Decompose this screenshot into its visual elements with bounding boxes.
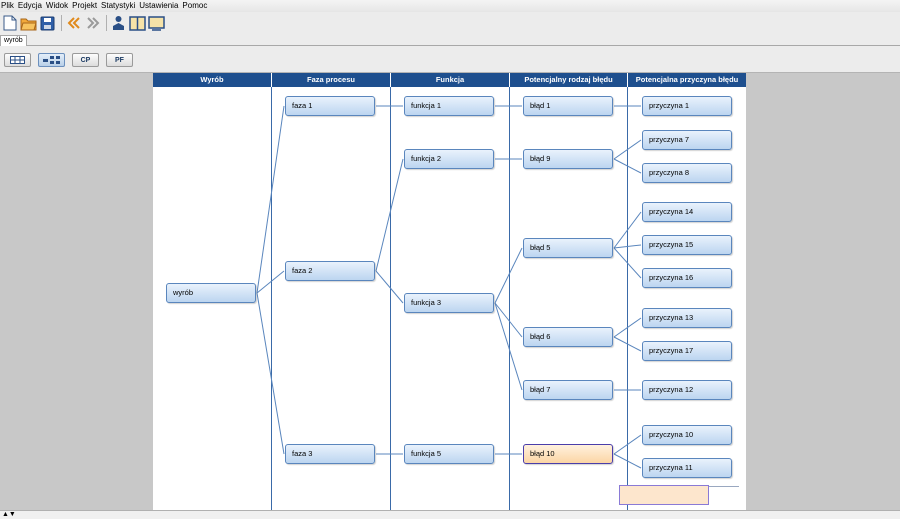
menu-edycja[interactable]: Edycja <box>17 0 45 12</box>
monitor-icon <box>148 15 165 31</box>
drag-placeholder[interactable] <box>619 485 709 505</box>
pf-view-icon: PF <box>115 56 124 64</box>
tree-view-button[interactable] <box>38 53 65 67</box>
forward-icon <box>86 17 99 29</box>
cp-view-icon: CP <box>80 56 91 64</box>
toolbar-separator <box>61 15 62 31</box>
node-phase-1[interactable]: faza 1 <box>285 96 375 116</box>
pf-view-button[interactable]: PF <box>106 53 133 67</box>
toolbar-separator <box>106 15 107 31</box>
menu-plik[interactable]: Plik <box>0 0 17 12</box>
open-button[interactable] <box>20 15 37 32</box>
node-cause-8[interactable]: przyczyna 8 <box>642 163 732 183</box>
node-cause-7[interactable]: przyczyna 7 <box>642 130 732 150</box>
bottom-split-bar[interactable]: ▲▼ <box>0 510 900 519</box>
tree-view-icon <box>43 56 60 64</box>
toolbar <box>0 12 900 34</box>
node-product[interactable]: wyrób <box>166 283 256 303</box>
node-cause-10[interactable]: przyczyna 10 <box>642 425 732 445</box>
open-folder-icon <box>20 18 37 30</box>
node-cause-12[interactable]: przyczyna 12 <box>642 380 732 400</box>
node-error-9[interactable]: błąd 9 <box>523 149 613 169</box>
book-button[interactable] <box>129 15 146 32</box>
menu-statystyki[interactable]: Statystyki <box>100 0 138 12</box>
node-error-10[interactable]: błąd 10 <box>523 444 613 464</box>
menu-widok[interactable]: Widok <box>45 0 71 12</box>
menu-bar: Plik Edycja Widok Projekt Statystyki Ust… <box>0 0 900 12</box>
node-error-6[interactable]: błąd 6 <box>523 327 613 347</box>
monitor-button[interactable] <box>148 15 165 32</box>
new-document-button[interactable] <box>1 15 18 32</box>
node-function-1[interactable]: funkcja 1 <box>404 96 494 116</box>
node-function-3[interactable]: funkcja 3 <box>404 293 494 313</box>
table-view-icon <box>10 56 25 64</box>
new-document-icon <box>3 15 17 31</box>
save-button[interactable] <box>39 15 56 32</box>
node-cause-11[interactable]: przyczyna 11 <box>642 458 732 478</box>
node-error-1[interactable]: błąd 1 <box>523 96 613 116</box>
fmea-tree-canvas: Wyrób Faza procesu Funkcja Potencjalny r… <box>153 73 746 510</box>
node-phase-2[interactable]: faza 2 <box>285 261 375 281</box>
structure-button[interactable] <box>110 15 127 32</box>
cp-view-button[interactable]: CP <box>72 53 99 67</box>
view-toolbar: CP PF <box>0 46 900 73</box>
node-cause-16[interactable]: przyczyna 16 <box>642 268 732 288</box>
split-toggle-icon[interactable]: ▲▼ <box>2 511 16 519</box>
node-function-5[interactable]: funkcja 5 <box>404 444 494 464</box>
forward-button[interactable] <box>84 15 101 32</box>
node-cause-17[interactable]: przyczyna 17 <box>642 341 732 361</box>
save-icon <box>40 16 55 30</box>
node-cause-1[interactable]: przyczyna 1 <box>642 96 732 116</box>
node-cause-14[interactable]: przyczyna 14 <box>642 202 732 222</box>
tab-bar: wyrób <box>0 34 900 47</box>
back-icon <box>67 17 80 29</box>
node-function-2[interactable]: funkcja 2 <box>404 149 494 169</box>
node-phase-3[interactable]: faza 3 <box>285 444 375 464</box>
node-error-5[interactable]: błąd 5 <box>523 238 613 258</box>
node-cause-13[interactable]: przyczyna 13 <box>642 308 732 328</box>
node-error-7[interactable]: błąd 7 <box>523 380 613 400</box>
node-cause-15[interactable]: przyczyna 15 <box>642 235 732 255</box>
structure-icon <box>113 16 124 30</box>
back-button[interactable] <box>65 15 82 32</box>
table-view-button[interactable] <box>4 53 31 67</box>
book-icon <box>129 15 146 31</box>
menu-ustawienia[interactable]: Ustawienia <box>138 0 181 12</box>
drag-placeholder-connector <box>709 486 739 487</box>
menu-pomoc[interactable]: Pomoc <box>181 0 210 12</box>
menu-projekt[interactable]: Projekt <box>71 0 100 12</box>
